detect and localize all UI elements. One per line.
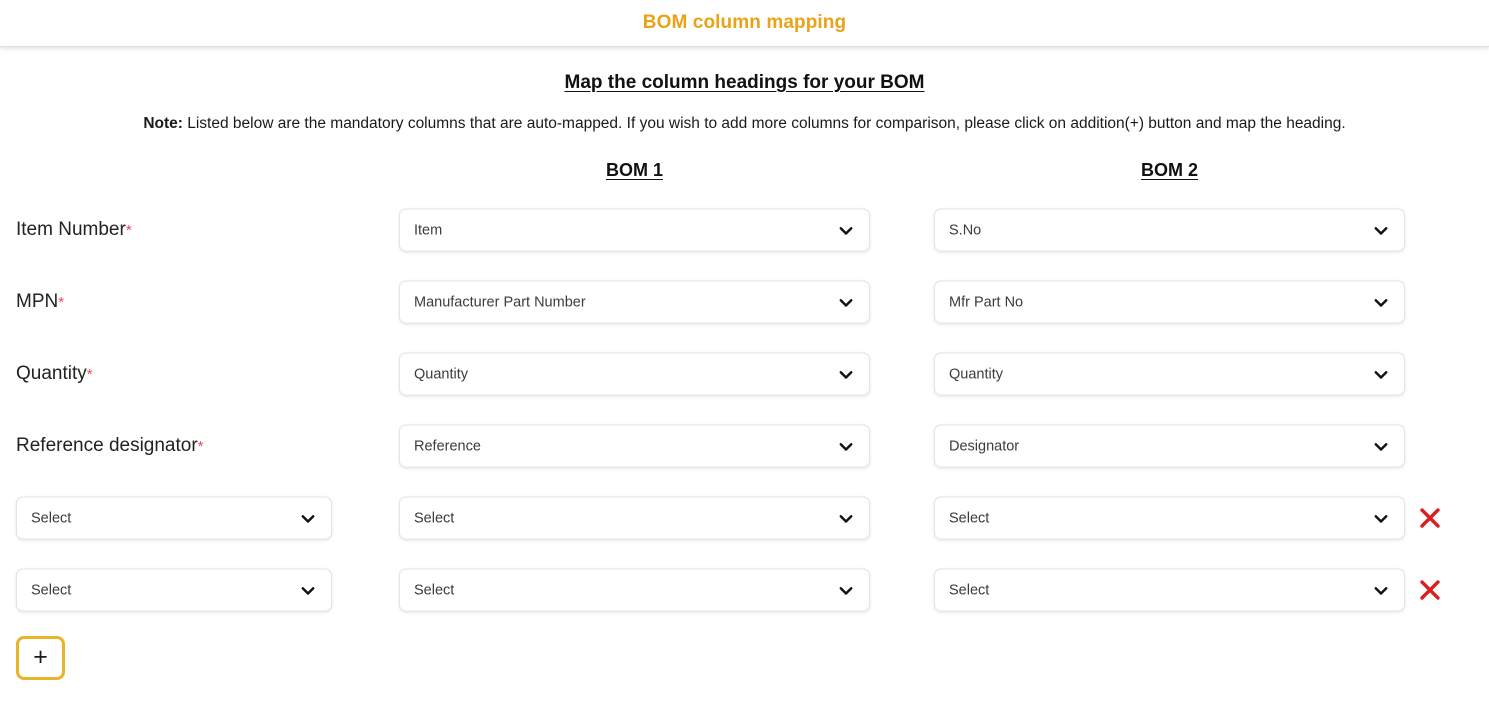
note-label: Note:: [143, 115, 183, 132]
note-text: Note: Listed below are the mandatory col…: [0, 114, 1489, 134]
chevron-down-icon: [837, 365, 855, 383]
page-heading: Map the column headings for your BOM: [0, 72, 1489, 94]
bom2-select-5[interactable]: Select: [934, 569, 1405, 612]
note-body: Listed below are the mandatory columns t…: [183, 115, 1346, 132]
bom1-select-2[interactable]: Quantity: [399, 353, 870, 396]
row-label-0: Item Number*: [16, 219, 132, 241]
required-asterisk: *: [87, 366, 93, 383]
bom1-select-5[interactable]: Select: [399, 569, 870, 612]
window-title-bar: BOM column mapping: [0, 0, 1489, 47]
page-title: BOM column mapping: [643, 12, 846, 34]
chevron-down-icon: [1372, 581, 1390, 599]
chevron-down-icon: [1372, 437, 1390, 455]
bom2-select-4-value: Select: [949, 510, 1372, 526]
row-label-text: Item Number: [16, 219, 126, 240]
bom2-select-3-value: Designator: [949, 438, 1372, 454]
chevron-down-icon: [837, 581, 855, 599]
bom1-select-3-value: Reference: [414, 438, 837, 454]
close-x-icon: [1418, 506, 1442, 530]
page-content: Map the column headings for your BOM Not…: [0, 72, 1489, 706]
chevron-down-icon: [1372, 293, 1390, 311]
bom2-select-2-value: Quantity: [949, 366, 1372, 382]
bom2-select-1-value: Mfr Part No: [949, 294, 1372, 310]
delete-row-button-4[interactable]: [1417, 505, 1443, 531]
custom-field-select-4-value: Select: [31, 510, 299, 526]
row-label-2: Quantity*: [16, 363, 93, 385]
custom-field-select-5-value: Select: [31, 582, 299, 598]
bom2-select-0[interactable]: S.No: [934, 209, 1405, 252]
table-row: Item Number* Item S.No: [0, 194, 1489, 266]
close-x-icon: [1418, 578, 1442, 602]
bom1-select-1[interactable]: Manufacturer Part Number: [399, 281, 870, 324]
custom-field-select-4[interactable]: Select: [16, 497, 332, 540]
add-mapping-row-button[interactable]: +: [16, 636, 65, 680]
chevron-down-icon: [837, 293, 855, 311]
table-row: Select Select Select: [0, 554, 1489, 626]
chevron-down-icon: [1372, 509, 1390, 527]
chevron-down-icon: [837, 437, 855, 455]
bom1-select-0[interactable]: Item: [399, 209, 870, 252]
custom-field-select-5[interactable]: Select: [16, 569, 332, 612]
delete-row-button-5[interactable]: [1417, 577, 1443, 603]
bom2-select-4[interactable]: Select: [934, 497, 1405, 540]
column-header-bom1: BOM 1: [399, 160, 870, 181]
table-row: MPN* Manufacturer Part Number Mfr Part No: [0, 266, 1489, 338]
bom2-select-1[interactable]: Mfr Part No: [934, 281, 1405, 324]
mapping-rows: Item Number*ItemS.NoMPN*Manufacturer Par…: [0, 194, 1489, 626]
mapping-grid: BOM 1 BOM 2 Item Number*ItemS.NoMPN*Manu…: [0, 160, 1489, 690]
bom1-select-3[interactable]: Reference: [399, 425, 870, 468]
table-row: Select Select Select: [0, 482, 1489, 554]
row-label-text: Quantity: [16, 363, 87, 384]
column-headers: BOM 1 BOM 2: [0, 160, 1489, 194]
chevron-down-icon: [837, 509, 855, 527]
plus-icon: +: [33, 645, 48, 670]
row-label-3: Reference designator*: [16, 435, 204, 457]
chevron-down-icon: [837, 221, 855, 239]
row-label-text: Reference designator: [16, 435, 198, 456]
add-row-container: +: [0, 626, 1489, 690]
required-asterisk: *: [58, 294, 64, 311]
table-row: Reference designator* Reference Designator: [0, 410, 1489, 482]
bom1-select-5-value: Select: [414, 582, 837, 598]
bom1-select-1-value: Manufacturer Part Number: [414, 294, 837, 310]
chevron-down-icon: [299, 509, 317, 527]
bom1-select-2-value: Quantity: [414, 366, 837, 382]
bom2-select-5-value: Select: [949, 582, 1372, 598]
bom2-select-2[interactable]: Quantity: [934, 353, 1405, 396]
row-label-1: MPN*: [16, 291, 64, 313]
chevron-down-icon: [1372, 365, 1390, 383]
row-label-text: MPN: [16, 291, 58, 312]
bom1-select-4[interactable]: Select: [399, 497, 870, 540]
chevron-down-icon: [1372, 221, 1390, 239]
bom1-select-4-value: Select: [414, 510, 837, 526]
table-row: Quantity*QuantityQuantity: [0, 338, 1489, 410]
bom2-select-0-value: S.No: [949, 222, 1372, 238]
required-asterisk: *: [198, 438, 204, 455]
bom1-select-0-value: Item: [414, 222, 837, 238]
chevron-down-icon: [299, 581, 317, 599]
column-header-bom2: BOM 2: [934, 160, 1405, 181]
required-asterisk: *: [126, 222, 132, 239]
bom2-select-3[interactable]: Designator: [934, 425, 1405, 468]
